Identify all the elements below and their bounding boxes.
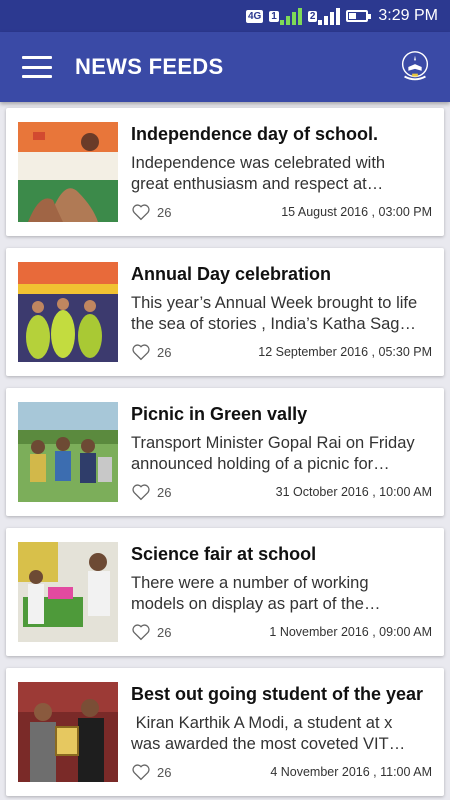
annual-day-dancers-image [18, 262, 118, 362]
news-thumbnail [18, 542, 118, 642]
like-count: 26 [157, 204, 172, 220]
news-date: 12 September 2016 , 05:30 PM [258, 345, 432, 359]
like-button[interactable]: 26 [131, 483, 171, 501]
network-type-badge: 4G [245, 9, 264, 23]
news-description: There were a number of working models on… [131, 574, 381, 613]
sim1-signal-icon: 1 [269, 7, 302, 25]
news-card[interactable]: Best out going student of the year Kiran… [6, 668, 444, 796]
news-feed-list[interactable]: Independence day of school. Independence… [0, 102, 450, 800]
science-fair-image [18, 542, 118, 642]
news-description: Kiran Karthik A Modi, a student at x was… [131, 714, 406, 753]
news-date: 15 August 2016 , 03:00 PM [281, 205, 432, 219]
news-title: Annual Day celebration [131, 264, 332, 284]
news-card[interactable]: Picnic in Green vally Transport Minister… [6, 388, 444, 516]
news-card[interactable]: Annual Day celebration This year’s Annua… [6, 248, 444, 376]
like-button[interactable]: 26 [131, 343, 171, 361]
news-description: Transport Minister Gopal Rai on Friday a… [131, 434, 415, 473]
status-bar: 4G 1 2 3:29 PM [0, 0, 450, 32]
news-title: Independence day of school. [131, 124, 379, 144]
like-button[interactable]: 26 [131, 623, 171, 641]
battery-icon [346, 10, 372, 22]
flag-celebration-image [18, 122, 118, 222]
heart-icon [132, 344, 150, 361]
heart-icon [132, 764, 150, 781]
like-count: 26 [157, 764, 172, 780]
news-date: 4 November 2016 , 11:00 AM [270, 765, 432, 779]
news-card[interactable]: Independence day of school. Independence… [6, 108, 444, 236]
award-ceremony-image [18, 682, 118, 782]
like-count: 26 [157, 624, 172, 640]
news-description: Independence was celebrated with great e… [131, 154, 386, 193]
heart-icon [132, 204, 150, 221]
news-date: 1 November 2016 , 09:00 AM [269, 625, 432, 639]
school-logo-icon [401, 51, 429, 81]
news-description: This year’s Annual Week brought to life … [131, 294, 418, 333]
menu-icon[interactable] [22, 56, 52, 78]
news-thumbnail [18, 262, 118, 362]
status-time: 3:29 PM [378, 7, 438, 24]
news-thumbnail [18, 682, 118, 782]
page-title: NEWS FEEDS [75, 54, 224, 79]
news-title: Science fair at school [131, 544, 317, 564]
app-bar: NEWS FEEDS [0, 32, 450, 102]
news-title: Picnic in Green vally [131, 404, 308, 424]
like-button[interactable]: 26 [131, 763, 171, 781]
heart-icon [132, 484, 150, 501]
news-thumbnail [18, 402, 118, 502]
news-date: 31 October 2016 , 10:00 AM [275, 485, 432, 499]
news-title: Best out going student of the year [131, 684, 424, 704]
news-card[interactable]: Science fair at school There were a numb… [6, 528, 444, 656]
like-count: 26 [157, 484, 172, 500]
sim2-signal-icon: 2 [307, 7, 341, 25]
like-count: 26 [157, 344, 172, 360]
news-thumbnail [18, 122, 118, 222]
heart-icon [132, 624, 150, 641]
like-button[interactable]: 26 [131, 203, 171, 221]
picnic-group-image [18, 402, 118, 502]
